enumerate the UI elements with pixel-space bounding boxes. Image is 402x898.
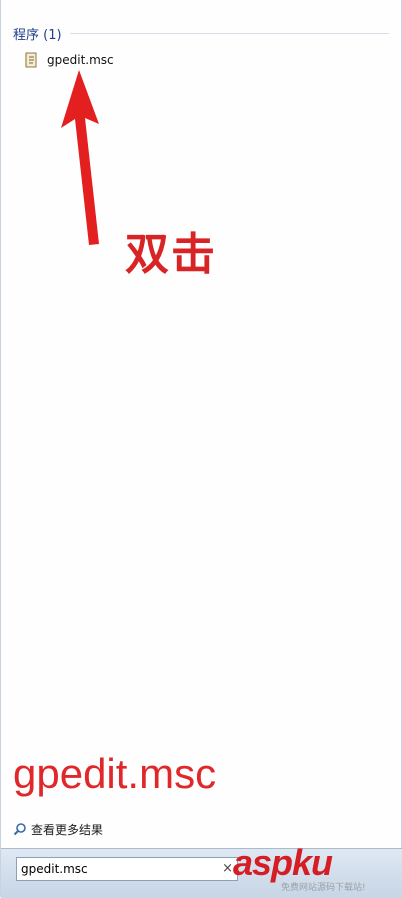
watermark-subtext: 免费网站源码下载站! [281, 883, 366, 893]
see-more-results-label: 查看更多结果 [31, 822, 104, 837]
magnifier-icon [13, 823, 26, 836]
clear-search-button[interactable]: × [222, 861, 233, 877]
search-input[interactable]: gpedit.msc × [16, 857, 238, 881]
aspku-watermark: aspku 免费网站源码下载站! [233, 842, 402, 897]
command-caption: gpedit.msc [13, 750, 217, 797]
start-menu-results-panel: 程序 (1) gpedit.msc 双击 gpedit.msc 查看更多结果 g… [0, 0, 402, 898]
double-click-annotation: 双击 [125, 229, 217, 280]
search-input-value: gpedit.msc [21, 862, 88, 876]
see-more-results-link[interactable]: 查看更多结果 [13, 820, 103, 838]
watermark-text: aspku [233, 842, 333, 883]
